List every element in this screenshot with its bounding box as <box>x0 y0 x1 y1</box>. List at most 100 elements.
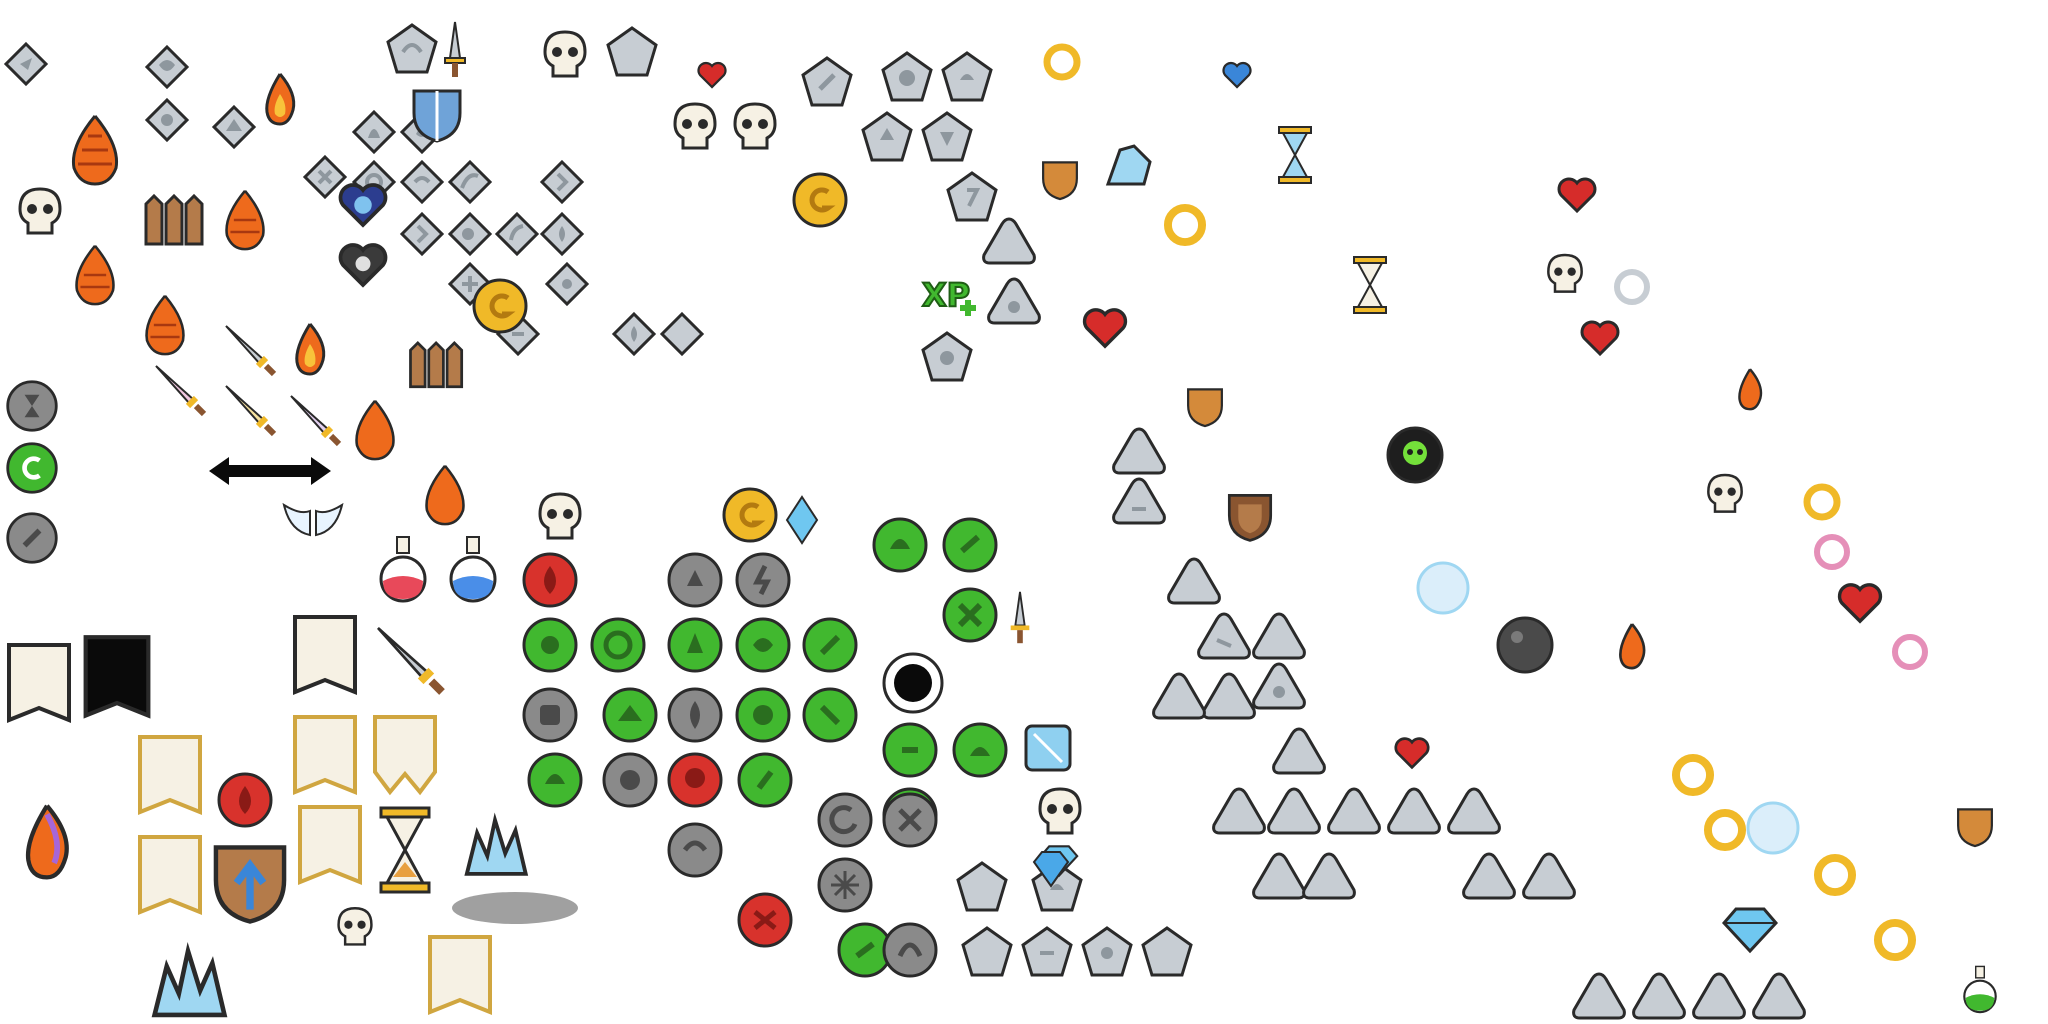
green-badge-icon <box>733 685 793 745</box>
banner-icon <box>80 632 154 726</box>
gray-badge-icon <box>665 550 725 610</box>
green-badge-icon <box>800 685 860 745</box>
gray-badge-icon <box>4 378 60 434</box>
pine-cone-icon <box>415 460 475 530</box>
wing-icon <box>280 495 346 545</box>
triangle-stone-icon <box>985 275 1043 327</box>
diamond-stone-icon <box>144 44 190 90</box>
ring-icon <box>1888 630 1932 674</box>
triangle-stone-icon <box>1250 660 1308 712</box>
green-badge-icon <box>520 615 580 675</box>
green-badge-icon <box>880 720 940 780</box>
gem-icon <box>1030 848 1072 890</box>
fire-icon <box>255 70 305 130</box>
pine-cone-icon <box>345 395 405 465</box>
green-badge-icon <box>4 440 60 496</box>
gray-badge-icon <box>4 510 60 566</box>
red-badge-icon <box>520 550 580 610</box>
triangle-stone-icon <box>1110 425 1168 477</box>
triangle-stone-icon <box>1165 555 1223 607</box>
shield-icon <box>1185 385 1225 429</box>
gray-badge-icon <box>815 855 875 915</box>
triangle-stone-icon <box>1210 785 1268 837</box>
pine-cone-icon <box>65 240 125 310</box>
pentagon-stone-icon <box>940 50 994 104</box>
shield-icon <box>410 85 464 145</box>
banner-icon <box>135 832 205 922</box>
snowball-icon <box>1745 800 1801 856</box>
red-badge-icon <box>665 750 725 810</box>
diamond-stone-icon <box>544 261 590 307</box>
green-badge-icon <box>940 585 1000 645</box>
shield-icon <box>1225 490 1275 544</box>
skull-icon <box>530 490 590 546</box>
snowball-icon <box>1415 560 1471 616</box>
sword-icon <box>220 320 280 380</box>
diamond-stone-icon <box>494 211 540 257</box>
wooden-fence-icon <box>140 190 210 246</box>
hourglass-icon <box>375 805 435 895</box>
pentagon-stone-icon <box>860 110 914 164</box>
pentagon-stone-icon <box>920 110 974 164</box>
green-badge-icon <box>733 615 793 675</box>
gold-coin-icon <box>790 170 850 230</box>
triangle-stone-icon <box>1195 610 1253 662</box>
triangle-stone-icon <box>980 215 1038 267</box>
ring-icon <box>1668 750 1718 800</box>
diamond-stone-icon <box>539 211 585 257</box>
skull-icon <box>330 905 380 951</box>
heart-icon <box>1080 305 1130 351</box>
potion-icon <box>445 535 501 605</box>
pentagon-stone-icon <box>955 860 1009 914</box>
black-bomb-icon <box>1495 615 1555 675</box>
shield-icon <box>1040 158 1080 202</box>
ring-icon <box>1800 480 1844 524</box>
pine-cone-icon <box>135 290 195 360</box>
shield-icon <box>1955 805 1995 849</box>
sword-icon <box>440 20 470 80</box>
skull-icon <box>535 28 595 84</box>
sword-icon <box>150 360 210 420</box>
sword-icon <box>220 380 280 440</box>
ice-crystal-icon <box>1720 905 1780 955</box>
pentagon-stone-icon <box>920 330 974 384</box>
sword-icon <box>370 620 450 700</box>
banner-icon <box>425 932 495 1022</box>
banner-icon <box>135 732 205 822</box>
red-badge-icon <box>735 890 795 950</box>
green-badge-icon <box>600 685 660 745</box>
gold-coin-icon <box>470 276 530 336</box>
triangle-stone-icon <box>1300 850 1358 902</box>
gray-badge-icon <box>665 685 725 745</box>
triangle-stone-icon <box>1570 970 1628 1022</box>
triangle-stone-icon <box>1270 725 1328 777</box>
red-badge-icon <box>215 770 275 830</box>
hourglass-icon <box>1350 255 1390 315</box>
green-badge-icon <box>665 615 725 675</box>
diamond-stone-icon <box>211 104 257 150</box>
blue-diamond-icon <box>785 495 819 545</box>
xp-badge-icon: XP <box>920 270 982 320</box>
pentagon-stone-icon <box>800 55 854 109</box>
triangle-stone-icon <box>1150 670 1208 722</box>
diamond-stone-icon <box>447 159 493 205</box>
green-badge-icon <box>588 615 648 675</box>
pentagon-stone-icon <box>385 22 439 76</box>
ring-icon <box>1610 265 1654 309</box>
diamond-stone-icon <box>399 159 445 205</box>
triangle-stone-icon <box>1200 670 1258 722</box>
ring-icon <box>1700 805 1750 855</box>
banner-icon <box>290 612 360 702</box>
heart-icon <box>695 60 729 90</box>
banner-icon <box>370 712 440 802</box>
potion-icon <box>375 535 431 605</box>
fire-icon <box>1610 620 1654 674</box>
diamond-stone-icon <box>611 311 657 357</box>
potion-icon <box>1960 965 2000 1015</box>
triangle-stone-icon <box>1385 785 1443 837</box>
triangle-stone-icon <box>1445 785 1503 837</box>
diamond-stone-icon <box>399 211 445 257</box>
green-skull-orb-icon <box>1385 425 1445 485</box>
diamond-stone-icon <box>447 211 493 257</box>
heart-icon <box>1555 175 1599 215</box>
